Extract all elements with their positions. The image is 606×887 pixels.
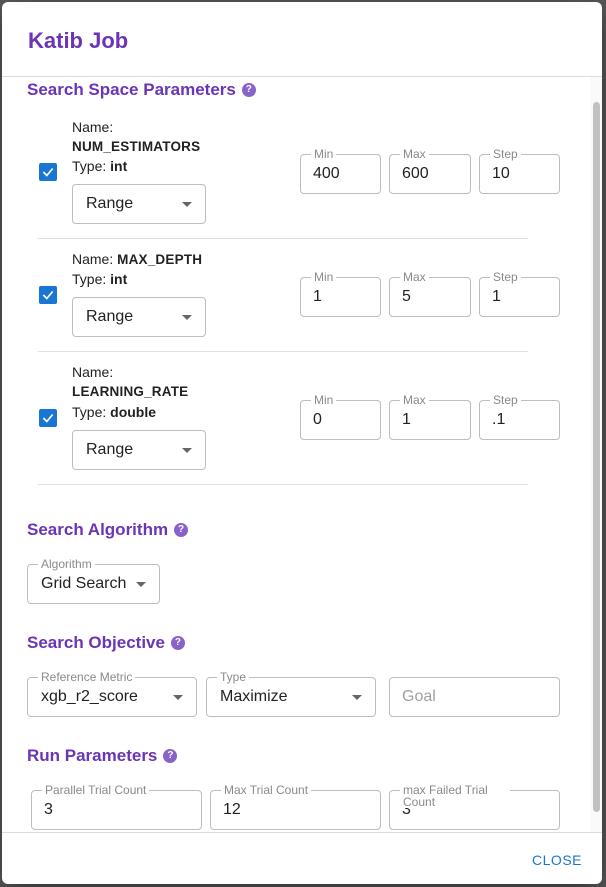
close-button[interactable]: CLOSE xyxy=(532,852,582,868)
chevron-down-icon xyxy=(136,582,146,587)
row-divider xyxy=(38,484,528,485)
param-mode-select[interactable]: Range xyxy=(72,184,206,224)
param-step-field[interactable]: Step 1 xyxy=(479,270,560,317)
check-icon xyxy=(42,290,54,300)
check-icon xyxy=(42,167,54,177)
help-icon[interactable]: ? xyxy=(174,523,189,537)
objective-type-select[interactable]: Type Maximize xyxy=(206,670,376,717)
param-max-field[interactable]: Max 1 xyxy=(389,393,471,440)
search-space-title: Search Space Parameters ? xyxy=(27,80,256,100)
check-icon xyxy=(42,413,54,423)
help-icon[interactable]: ? xyxy=(241,83,256,97)
param-name-line: Name: MAX_DEPTH xyxy=(72,251,203,267)
max-trial-count-field[interactable]: Max Trial Count 12 xyxy=(210,783,381,830)
scrollbar-thumb[interactable] xyxy=(593,102,600,812)
param-mode-select[interactable]: Range xyxy=(72,430,206,470)
param-name: NUM_ESTIMATORS xyxy=(72,139,201,154)
param-type: Type: int xyxy=(72,158,128,174)
param-min-field[interactable]: Min 0 xyxy=(300,393,381,440)
param-min-field[interactable]: Min 1 xyxy=(300,270,381,317)
run-parameters-title: Run Parameters ? xyxy=(27,746,178,766)
param-max-field[interactable]: Max 5 xyxy=(389,270,471,317)
param-name: LEARNING_RATE xyxy=(72,384,189,399)
reference-metric-select[interactable]: Reference Metric xgb_r2_score xyxy=(27,670,197,717)
param-type: Type: double xyxy=(72,404,157,420)
param-checkbox-max-depth[interactable] xyxy=(39,286,57,304)
param-mode-select[interactable]: Range xyxy=(72,297,206,337)
row-divider xyxy=(38,238,528,239)
katib-job-dialog: Katib Job Search Space Parameters ? Name… xyxy=(2,2,602,884)
row-divider xyxy=(38,351,528,352)
param-name-label: Name: xyxy=(72,364,114,380)
param-checkbox-num-estimators[interactable] xyxy=(39,163,57,181)
algorithm-select[interactable]: Algorithm Grid Search xyxy=(27,557,160,604)
dialog-title: Katib Job xyxy=(28,28,129,53)
param-step-field[interactable]: Step .1 xyxy=(479,393,560,440)
chevron-down-icon xyxy=(173,695,183,700)
chevron-down-icon xyxy=(182,202,192,207)
max-failed-trial-count-field[interactable]: max Failed Trial Count 3 xyxy=(389,784,560,830)
chevron-down-icon xyxy=(182,448,192,453)
parallel-trial-count-field[interactable]: Parallel Trial Count 3 xyxy=(31,783,202,830)
param-min-field[interactable]: Min 400 xyxy=(300,147,381,194)
search-algorithm-title: Search Algorithm ? xyxy=(27,520,189,540)
param-max-field[interactable]: Max 600 xyxy=(389,147,471,194)
param-type: Type: int xyxy=(72,271,128,287)
help-icon[interactable]: ? xyxy=(170,636,185,650)
search-space-label: Search Space Parameters xyxy=(27,80,236,99)
chevron-down-icon xyxy=(182,315,192,320)
chevron-down-icon xyxy=(352,695,362,700)
dialog-content: Search Space Parameters ? Name: NUM_ESTI… xyxy=(2,77,602,832)
search-objective-title: Search Objective ? xyxy=(27,633,185,653)
param-name-label: Name: xyxy=(72,119,114,135)
goal-input[interactable]: Goal xyxy=(389,677,560,717)
param-checkbox-learning-rate[interactable] xyxy=(39,409,57,427)
footer-divider xyxy=(2,832,602,833)
param-step-field[interactable]: Step 10 xyxy=(479,147,560,194)
help-icon[interactable]: ? xyxy=(163,749,178,763)
